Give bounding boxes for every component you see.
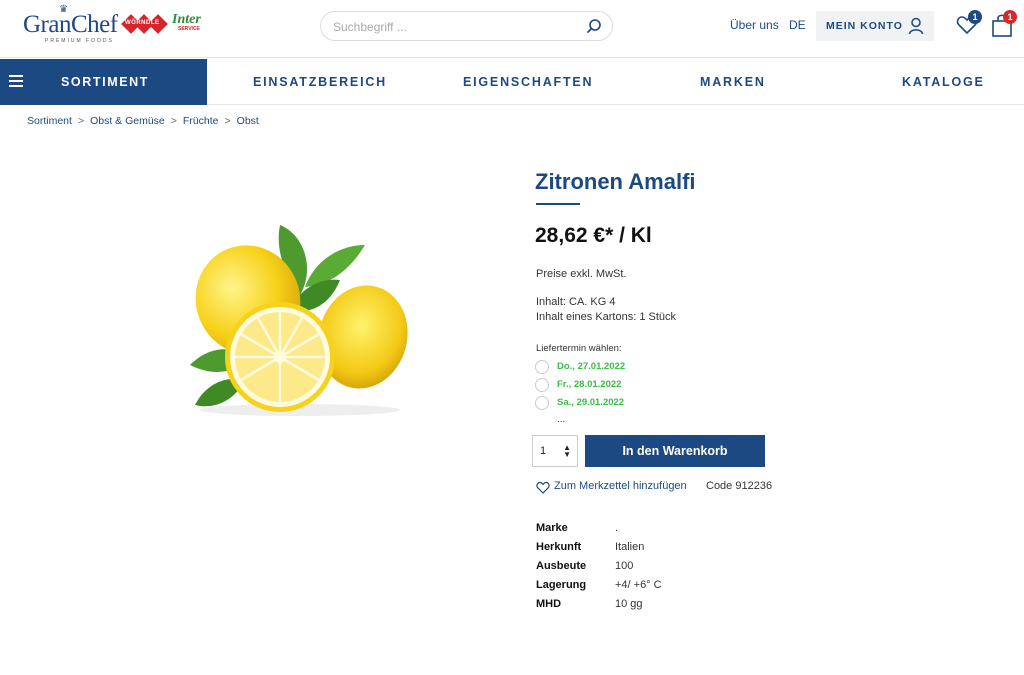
- interservice-logo-subtext: SERVICE: [178, 26, 200, 32]
- breadcrumb-item[interactable]: Früchte: [183, 115, 219, 127]
- about-link[interactable]: Über uns: [730, 18, 779, 32]
- product-image[interactable]: [180, 215, 420, 425]
- nav-sortiment-label: SORTIMENT: [61, 75, 150, 89]
- wishlist-link-label: Zum Merkzettel hinzufügen: [554, 480, 687, 492]
- breadcrumb-separator: >: [170, 115, 177, 127]
- delivery-radio[interactable]: [535, 360, 549, 374]
- spec-row: Lagerung +4/ +6° C: [536, 579, 736, 598]
- spec-value: Italien: [615, 541, 645, 553]
- spec-value: 10 gg: [615, 598, 643, 610]
- my-account-button[interactable]: MEIN KONTO: [816, 11, 934, 41]
- spec-key: Marke: [536, 522, 568, 534]
- breadcrumb: Sortiment > Obst & Gemüse > Früchte > Obst: [27, 115, 259, 127]
- product-price: 28,62 €* / Kl: [535, 224, 652, 247]
- spec-value: 100: [615, 560, 634, 572]
- nav-sortiment[interactable]: SORTIMENT: [0, 59, 207, 105]
- add-to-wishlist-link[interactable]: Zum Merkzettel hinzufügen: [536, 480, 696, 496]
- delivery-date: Fr., 28.01.2022: [557, 379, 622, 390]
- delivery-radio[interactable]: [535, 396, 549, 410]
- logo-brand-text: GranChef: [23, 11, 118, 38]
- spec-key: Ausbeute: [536, 560, 587, 572]
- delivery-radio[interactable]: [535, 378, 549, 392]
- quantity-value: 1: [540, 445, 547, 457]
- breadcrumb-item[interactable]: Obst: [237, 115, 259, 127]
- language-switch[interactable]: DE: [789, 18, 806, 32]
- breadcrumb-separator: >: [77, 115, 85, 127]
- product-code: Code 912236: [706, 480, 773, 492]
- title-underline: [536, 203, 580, 205]
- spec-key: Lagerung: [536, 579, 587, 591]
- spec-row: Marke .: [536, 522, 736, 541]
- delivery-date-label: Liefertermin wählen:: [536, 343, 622, 354]
- spec-value: .: [615, 522, 619, 534]
- spec-row: Ausbeute 100: [536, 560, 736, 579]
- spec-value: +4/ +6° C: [615, 579, 662, 591]
- more-delivery-dates[interactable]: ...: [557, 414, 565, 425]
- hamburger-menu-icon: [9, 75, 23, 87]
- spec-key: MHD: [536, 598, 562, 610]
- granchef-logo[interactable]: ♛ GranChef PREMIUM FOODS: [23, 4, 118, 44]
- spec-row: Herkunft Italien: [536, 541, 736, 560]
- delivery-option[interactable]: Do., 27.01.2022: [535, 359, 715, 375]
- wishlist-count-badge: 1: [968, 10, 982, 24]
- delivery-date: Sa., 29.01.2022: [557, 397, 625, 408]
- spec-key: Herkunft: [536, 541, 582, 553]
- heart-icon: [536, 481, 550, 494]
- add-to-cart-button[interactable]: In den Warenkorb: [585, 435, 765, 467]
- woerndle-logo-text: WÖRNDLE: [125, 20, 160, 26]
- search-icon[interactable]: [586, 18, 602, 34]
- delivery-option[interactable]: Sa., 29.01.2022: [535, 395, 715, 411]
- select-arrows-icon: ▲ ▼: [563, 443, 571, 459]
- product-title: Zitronen Amalfi: [535, 169, 696, 194]
- delivery-option[interactable]: Fr., 28.01.2022: [535, 377, 715, 393]
- tax-note: Preise exkl. MwSt.: [536, 268, 627, 280]
- nav-item-marken[interactable]: MARKEN: [700, 75, 766, 89]
- nav-item-eigenschaften[interactable]: EIGENSCHAFTEN: [463, 75, 593, 89]
- nav-item-kataloge[interactable]: KATALOGE: [902, 75, 985, 89]
- main-navigation: SORTIMENT EINSATZBEREICH EIGENSCHAFTEN M…: [0, 59, 1024, 105]
- carton-content-info: Inhalt eines Kartons: 1 Stück: [536, 311, 677, 323]
- interservice-logo[interactable]: Inter SERVICE: [172, 12, 206, 34]
- search-box: [320, 11, 613, 41]
- breadcrumb-item[interactable]: Sortiment: [27, 115, 72, 127]
- product-specs-table: Marke . Herkunft Italien Ausbeute 100 La…: [536, 522, 736, 617]
- my-account-label: MEIN KONTO: [826, 20, 903, 32]
- nav-item-einsatzbereich[interactable]: EINSATZBEREICH: [253, 75, 387, 89]
- logo-tagline: PREMIUM FOODS: [45, 38, 114, 44]
- content-info: Inhalt: CA. KG 4: [536, 296, 616, 308]
- breadcrumb-separator: >: [224, 115, 231, 127]
- site-header: ♛ GranChef PREMIUM FOODS WÖRNDLE Inter S…: [0, 0, 1024, 58]
- woerndle-logo[interactable]: WÖRNDLE: [121, 14, 168, 34]
- cart-count-badge: 1: [1003, 10, 1017, 24]
- delivery-date: Do., 27.01.2022: [557, 361, 626, 372]
- search-input[interactable]: [333, 18, 573, 36]
- spec-row: MHD 10 gg: [536, 598, 736, 617]
- breadcrumb-item[interactable]: Obst & Gemüse: [90, 115, 165, 127]
- user-icon: [908, 17, 924, 35]
- quantity-select[interactable]: 1 ▲ ▼: [532, 435, 578, 467]
